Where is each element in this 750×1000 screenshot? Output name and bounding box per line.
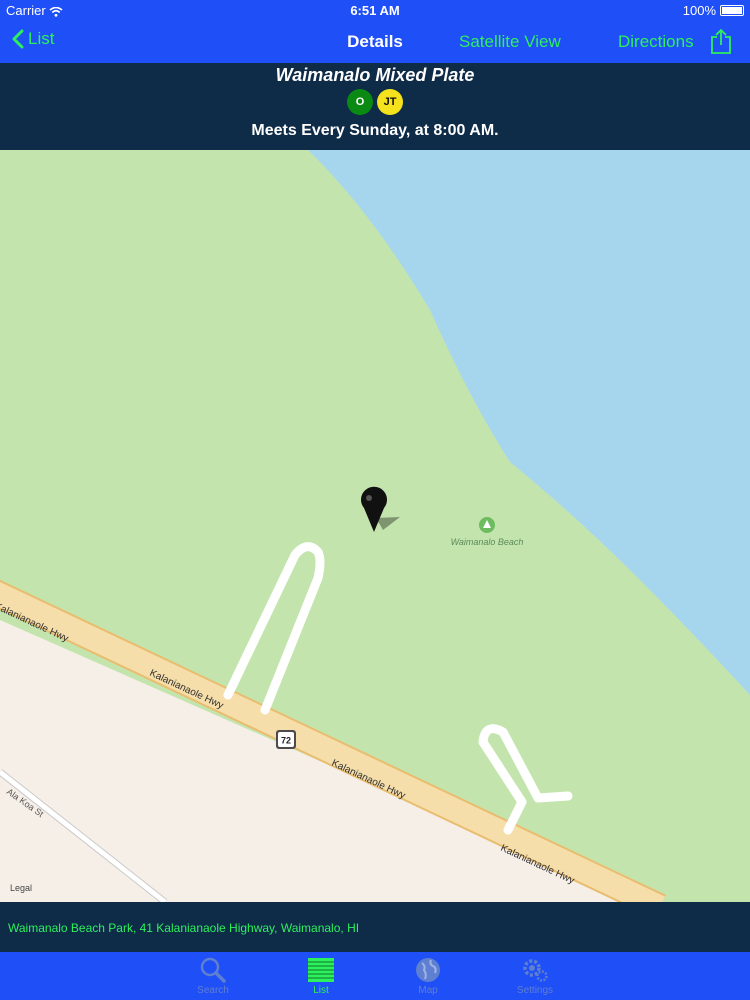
badge-jt: JT (377, 89, 403, 115)
route-72-label: 72 (281, 736, 291, 746)
navigation-bar: List Details Satellite View Directions (0, 20, 750, 63)
battery-icon (720, 5, 744, 16)
meeting-schedule: Meets Every Sunday, at 8:00 AM. (251, 122, 499, 139)
tab-settings-label: Settings (516, 985, 554, 996)
venue-address: Waimanalo Beach Park, 41 Kalanianaole Hi… (8, 921, 360, 935)
address-bar: Waimanalo Beach Park, 41 Kalanianaole Hi… (0, 902, 750, 952)
badge-list: O JT (0, 89, 750, 115)
status-bar: Carrier 6:51 AM 100% (0, 0, 750, 20)
battery-status: 100% (683, 3, 744, 18)
venue-header: Waimanalo Mixed Plate O JT Meets Every S… (0, 63, 750, 150)
tab-bar: Search List Map Settings (0, 952, 750, 1000)
satellite-view-button[interactable]: Satellite View (459, 32, 561, 52)
tab-list-label: List (313, 985, 329, 996)
share-icon (711, 28, 731, 54)
tab-map[interactable]: Map (393, 952, 463, 1000)
gear-icon (523, 959, 548, 982)
tab-map-label: Map (418, 985, 438, 996)
globe-icon (416, 958, 440, 982)
back-button[interactable]: List (12, 29, 54, 49)
share-button[interactable] (710, 28, 732, 60)
legal-link[interactable]: Legal (10, 883, 32, 893)
status-time: 6:51 AM (350, 3, 400, 18)
beach-label: Waimanalo Beach (451, 537, 524, 547)
map-canvas[interactable]: 72 Kalanianaole Hwy Kalanianaole Hwy Kal… (0, 150, 750, 902)
tab-settings[interactable]: Settings (500, 952, 570, 1000)
map-view[interactable]: 72 Kalanianaole Hwy Kalanianaole Hwy Kal… (0, 150, 750, 902)
tab-search[interactable]: Search (178, 952, 248, 1000)
tab-search-label: Search (197, 985, 229, 996)
tab-list[interactable]: List (286, 952, 356, 1000)
badge-o: O (347, 89, 373, 115)
search-icon (200, 957, 226, 983)
list-icon (308, 958, 334, 982)
back-label: List (28, 29, 55, 48)
route-72-shield: 72 (276, 730, 296, 749)
directions-button[interactable]: Directions (618, 32, 694, 52)
chevron-left-icon (12, 29, 24, 49)
venue-name: Waimanalo Mixed Plate (275, 65, 475, 85)
